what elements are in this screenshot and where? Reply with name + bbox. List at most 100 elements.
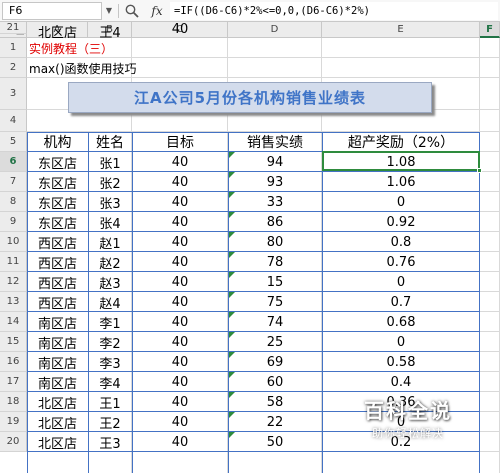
cell-target[interactable]: 40 — [132, 412, 228, 432]
cell-target[interactable]: 40 — [132, 272, 228, 292]
cell-bonus[interactable]: 0 — [322, 332, 480, 352]
cell-org[interactable]: 西区店 — [27, 292, 88, 312]
row-header-13[interactable]: 13 — [0, 292, 27, 312]
cell-target[interactable]: 40 — [132, 192, 228, 212]
row-header-10[interactable]: 10 — [0, 232, 27, 252]
cell-actual[interactable]: 33 — [228, 192, 322, 212]
cell-target[interactable]: 40 — [132, 232, 228, 252]
row-header-20[interactable]: 20 — [0, 432, 27, 452]
cell-org[interactable]: 东区店 — [27, 192, 88, 212]
row-header-11[interactable]: 11 — [0, 252, 27, 272]
cell-org[interactable]: 北区店 — [27, 432, 88, 452]
cell-org[interactable]: 东区店 — [27, 172, 88, 192]
cell-target[interactable]: 40 — [132, 392, 228, 412]
cell-org[interactable]: 南区店 — [27, 312, 88, 332]
row-header-4[interactable]: 4 — [0, 110, 27, 132]
cell-target[interactable]: 40 — [132, 352, 228, 372]
cell-actual[interactable]: 86 — [228, 212, 322, 232]
cell-actual[interactable]: 93 — [228, 172, 322, 192]
cell-actual[interactable]: 50 — [228, 432, 322, 452]
cell-bonus[interactable]: 0.7 — [322, 292, 480, 312]
row-header-8[interactable]: 8 — [0, 192, 27, 212]
cell-name[interactable]: 赵4 — [88, 292, 132, 312]
row-header-9[interactable]: 9 — [0, 212, 27, 232]
cell-name[interactable]: 李4 — [88, 372, 132, 392]
cell-name[interactable]: 张3 — [88, 192, 132, 212]
row-header-17[interactable]: 17 — [0, 372, 27, 392]
cell-bonus[interactable]: 0.92 — [322, 212, 480, 232]
cell-actual[interactable]: 75 — [228, 292, 322, 312]
cell-target[interactable]: 40 — [132, 212, 228, 232]
row-header-16[interactable]: 16 — [0, 352, 27, 372]
column-header-e[interactable]: E — [322, 22, 480, 38]
cell-bonus[interactable]: 0.8 — [322, 232, 480, 252]
cell-name[interactable]: 赵3 — [88, 272, 132, 292]
row-header-15[interactable]: 15 — [0, 332, 27, 352]
cell-bonus[interactable]: 0.58 — [322, 352, 480, 372]
cell-bonus[interactable]: 0.4 — [322, 372, 480, 392]
cell-org[interactable]: 南区店 — [27, 372, 88, 392]
cell-name[interactable]: 王1 — [88, 392, 132, 412]
fill-handle[interactable] — [477, 168, 482, 173]
cell-org[interactable]: 西区店 — [27, 252, 88, 272]
row-header-14[interactable]: 14 — [0, 312, 27, 332]
cell-target[interactable]: 40 — [132, 372, 228, 392]
fx-icon[interactable]: fx — [148, 2, 166, 20]
cell-name[interactable]: 李3 — [88, 352, 132, 372]
name-box[interactable]: F6 — [2, 2, 102, 20]
row-header-7[interactable]: 7 — [0, 172, 27, 192]
row-header-2[interactable]: 2 — [0, 58, 27, 78]
cell-actual[interactable]: 58 — [228, 392, 322, 412]
cell-org[interactable]: 北区店 — [27, 22, 88, 41]
row-header-19[interactable]: 19 — [0, 412, 27, 432]
column-header-d[interactable]: D — [228, 22, 322, 38]
name-box-dropdown-icon[interactable]: ▼ — [104, 2, 114, 20]
cell-target[interactable]: 40 — [132, 252, 228, 272]
cell-target[interactable]: 40 — [132, 292, 228, 312]
cell-bonus[interactable]: 0 — [322, 272, 480, 292]
cell-name[interactable]: 张2 — [88, 172, 132, 192]
cell-name[interactable]: 张1 — [88, 152, 132, 172]
cell-actual[interactable]: 74 — [228, 312, 322, 332]
cell-bonus[interactable]: 1.06 — [322, 172, 480, 192]
row-header-21[interactable]: 21 — [0, 22, 27, 34]
cell-actual[interactable]: 60 — [228, 372, 322, 392]
cell-org[interactable]: 东区店 — [27, 152, 88, 172]
cell-bonus[interactable]: 0 — [322, 192, 480, 212]
row-header-1[interactable]: 1 — [0, 38, 27, 58]
cell-bonus[interactable]: 0.76 — [322, 252, 480, 272]
cell-actual[interactable]: 22 — [228, 412, 322, 432]
row-header-6[interactable]: 6 — [0, 152, 27, 172]
column-header-f[interactable]: F — [480, 22, 500, 38]
cell-name[interactable]: 王2 — [88, 412, 132, 432]
cell-name[interactable]: 王4 — [88, 22, 132, 41]
cell-name[interactable]: 张4 — [88, 212, 132, 232]
row-header-12[interactable]: 12 — [0, 272, 27, 292]
cell-org[interactable]: 北区店 — [27, 412, 88, 432]
cell-org[interactable]: 南区店 — [27, 332, 88, 352]
cell-target[interactable]: 40 — [132, 332, 228, 352]
active-cell-selection[interactable] — [322, 151, 482, 173]
cell-bonus[interactable]: 0.68 — [322, 312, 480, 332]
cell-name[interactable]: 李2 — [88, 332, 132, 352]
cell-actual[interactable]: 78 — [228, 252, 322, 272]
cell-name[interactable]: 王3 — [88, 432, 132, 452]
cell-target[interactable]: 40 — [132, 152, 228, 172]
magnifier-icon[interactable] — [124, 3, 140, 19]
cell-actual[interactable]: 25 — [228, 332, 322, 352]
row-header-3[interactable]: 3 — [0, 78, 27, 110]
cell-org[interactable]: 北区店 — [27, 392, 88, 412]
cell-org[interactable]: 东区店 — [27, 212, 88, 232]
cell-name[interactable]: 李1 — [88, 312, 132, 332]
cell-org[interactable]: 西区店 — [27, 272, 88, 292]
cell-org[interactable]: 西区店 — [27, 232, 88, 252]
cell-actual[interactable]: 94 — [228, 152, 322, 172]
cell-target[interactable]: 40 — [132, 432, 228, 452]
row-header-18[interactable]: 18 — [0, 392, 27, 412]
cell-target[interactable]: 40 — [132, 22, 228, 37]
formula-input[interactable]: =IF((D6-C6)*2%<=0,0,(D6-C6)*2%) — [170, 2, 498, 20]
cell-org[interactable]: 南区店 — [27, 352, 88, 372]
cell-target[interactable]: 40 — [132, 312, 228, 332]
cell-name[interactable]: 赵1 — [88, 232, 132, 252]
cell-name[interactable]: 赵2 — [88, 252, 132, 272]
